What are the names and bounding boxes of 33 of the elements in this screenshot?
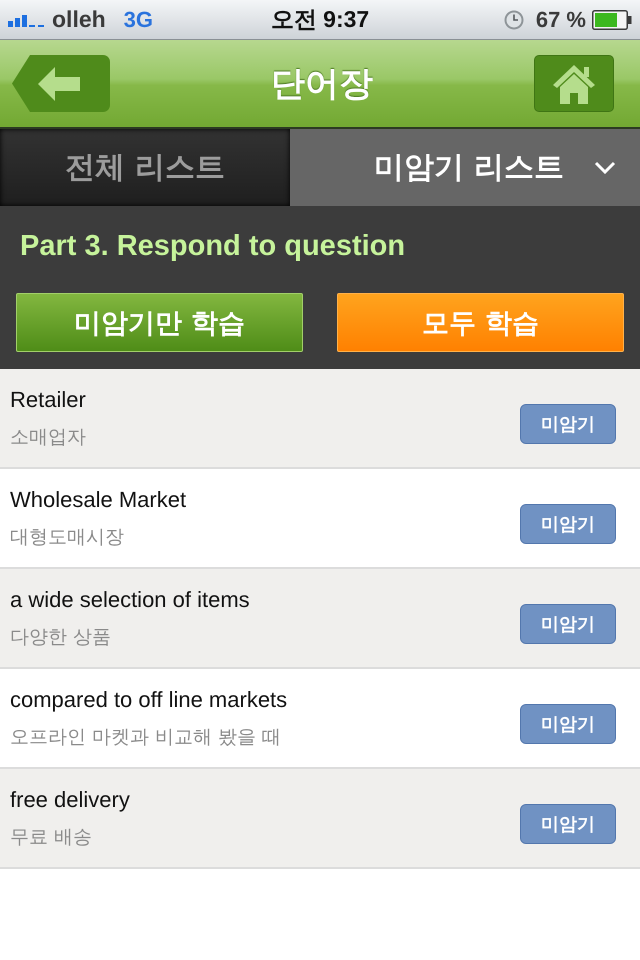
- chevron-down-icon: [594, 161, 616, 174]
- word-text: a wide selection of items: [10, 586, 250, 614]
- battery-percent: 67 %: [536, 6, 586, 32]
- word-text: Retailer: [10, 386, 86, 414]
- study-button[interactable]: 미암기만 학습: [16, 293, 303, 352]
- back-button[interactable]: [12, 55, 110, 112]
- unmemorized-button[interactable]: 미암기: [520, 404, 616, 444]
- section-title: Part 3. Respond to question: [20, 229, 406, 264]
- home-button[interactable]: [534, 55, 614, 112]
- home-icon: [552, 64, 596, 104]
- unmemorized-button[interactable]: 미암기: [520, 804, 616, 844]
- list-tab[interactable]: 전체 리스트: [0, 129, 290, 206]
- meaning-text: 대형도매시장: [10, 525, 125, 550]
- battery-icon: [592, 10, 632, 30]
- study-button[interactable]: 모두 학습: [337, 293, 624, 352]
- status-time: 오전 9:37: [270, 5, 370, 34]
- network-type: 3G: [124, 6, 154, 32]
- word-text: compared to off line markets: [10, 686, 288, 714]
- meaning-text: 무료 배송: [10, 825, 94, 850]
- clock-icon: [504, 10, 524, 30]
- carrier-name: olleh: [52, 6, 106, 33]
- list-tab[interactable]: 미암기 리스트: [290, 129, 640, 206]
- unmemorized-button[interactable]: 미암기: [520, 604, 616, 644]
- left-arrow-icon: [38, 66, 80, 100]
- meaning-text: 소매업자: [10, 425, 86, 450]
- meaning-text: 다양한 상품: [10, 625, 112, 650]
- word-text: free delivery: [10, 786, 130, 814]
- meaning-text: 오프라인 마켓과 비교해 봤을 때: [10, 725, 282, 750]
- word-text: Wholesale Market: [10, 486, 186, 514]
- unmemorized-button[interactable]: 미암기: [520, 704, 616, 744]
- page-title: 단어장: [271, 62, 373, 106]
- signal-bars-icon: [8, 12, 46, 26]
- unmemorized-button[interactable]: 미암기: [520, 504, 616, 544]
